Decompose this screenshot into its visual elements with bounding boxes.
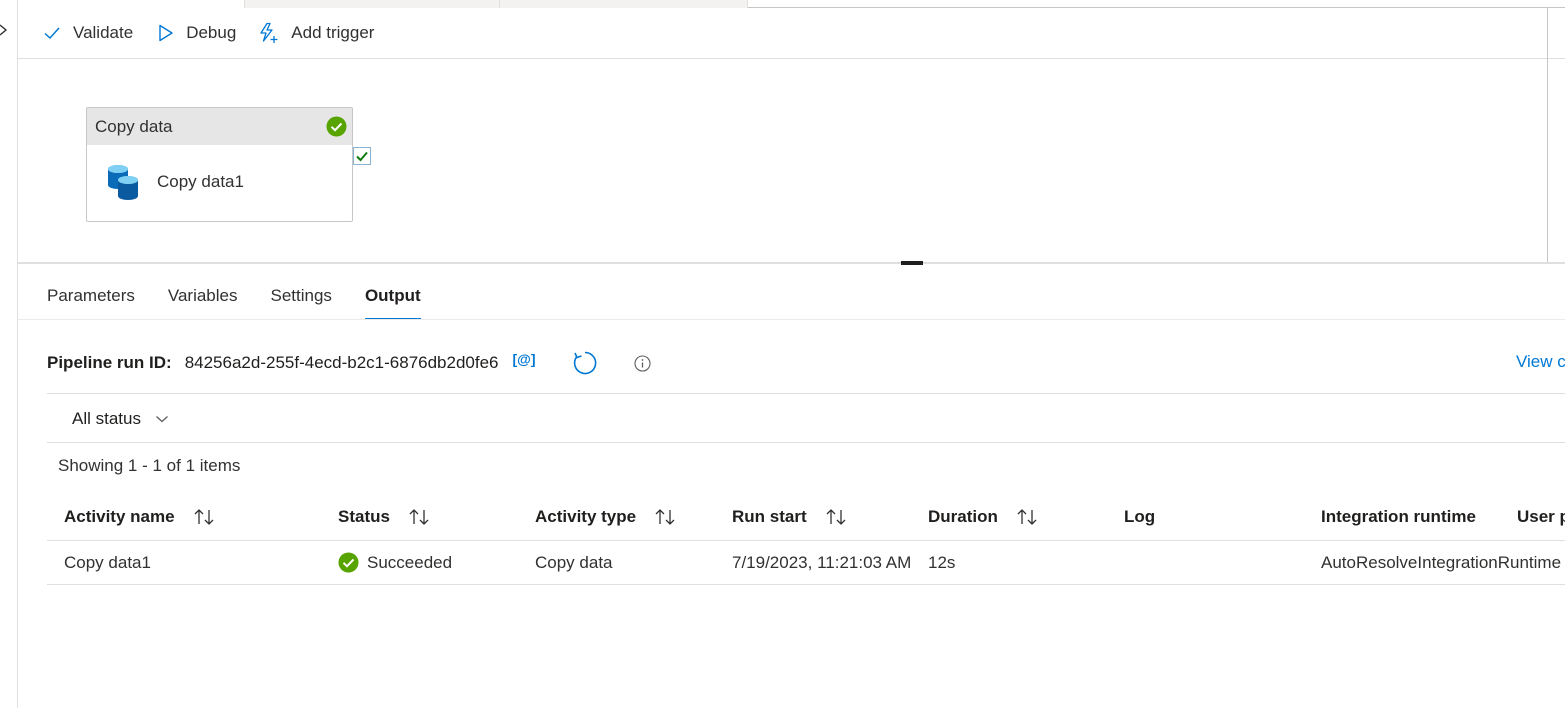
column-label: Status <box>338 507 390 526</box>
tabs-divider <box>18 319 1565 320</box>
run-id-label: Pipeline run ID: <box>47 353 172 372</box>
cell-duration: 12s <box>928 552 956 572</box>
tab-variables[interactable]: Variables <box>168 272 238 320</box>
left-collapse-strip <box>0 0 18 708</box>
activity-name: Copy data1 <box>157 172 244 191</box>
sort-icon <box>655 509 675 525</box>
pipeline-run-id-row: Pipeline run ID: 84256a2d-255f-4ecd-b2c1… <box>47 345 1565 381</box>
splitter-grip[interactable] <box>901 261 923 265</box>
column-header-activity-type[interactable]: Activity type <box>535 494 676 540</box>
validate-button[interactable]: Validate <box>42 17 133 49</box>
editor-tab[interactable] <box>244 0 500 8</box>
column-label: User p <box>1517 507 1565 526</box>
cell-activity-type: Copy data <box>535 552 613 572</box>
play-icon <box>159 24 173 42</box>
pipeline-toolbar: Validate Debug Add trigger <box>18 8 1565 59</box>
activity-card-body: Copy data1 <box>87 145 352 219</box>
divider <box>47 442 1565 443</box>
column-label: Duration <box>928 507 998 526</box>
checkmark-icon <box>44 27 60 40</box>
view-debug-run-link[interactable]: View c <box>1516 352 1565 372</box>
tab-output[interactable]: Output <box>364 272 421 320</box>
run-id-value: 84256a2d-255f-4ecd-b2c1-6876db2d0fe6 <box>184 353 499 372</box>
column-label: Activity name <box>64 507 175 526</box>
status-filter-label: All status <box>72 409 141 428</box>
chevron-down-icon <box>156 416 168 423</box>
status-filter-dropdown[interactable]: All status <box>72 404 169 434</box>
database-copy-icon <box>108 165 138 200</box>
divider <box>47 393 1565 394</box>
copy-data-activity-card[interactable]: Copy data Copy data1 <box>86 107 353 222</box>
column-header-status[interactable]: Status <box>338 494 430 540</box>
column-label: Log <box>1124 507 1156 526</box>
properties-tabs: Parameters Variables Settings Output <box>47 272 454 320</box>
cell-activity-name[interactable]: Copy data1 <box>64 541 151 584</box>
column-header-run-start[interactable]: Run start <box>732 494 847 540</box>
panel-splitter[interactable] <box>18 262 1565 264</box>
column-label: Run start <box>732 507 807 526</box>
activity-card-header: Copy data <box>87 108 352 145</box>
column-header-duration[interactable]: Duration <box>928 494 1038 540</box>
activity-type-label: Copy data <box>95 116 173 136</box>
cell-status: Succeeded <box>338 541 452 584</box>
info-icon[interactable] <box>633 354 651 372</box>
checkmark-icon <box>356 151 368 162</box>
tab-parameters[interactable]: Parameters <box>47 272 135 320</box>
success-icon <box>326 116 347 137</box>
sort-icon <box>409 509 429 525</box>
add-trigger-button[interactable]: Add trigger <box>258 17 374 49</box>
sort-icon <box>1017 509 1037 525</box>
sort-icon <box>194 509 214 525</box>
debug-button[interactable]: Debug <box>155 17 236 49</box>
activity-runs-table-header: Activity name Status Activity type Run s… <box>47 494 1565 540</box>
column-label: Integration runtime <box>1321 507 1476 526</box>
editor-tab-strip <box>18 0 1565 8</box>
refresh-icon[interactable] <box>572 350 598 376</box>
cell-integration-runtime: AutoResolveIntegrationRuntime <box>1321 552 1562 572</box>
items-count-text: Showing 1 - 1 of 1 items <box>58 456 241 475</box>
chevron-right-icon[interactable] <box>0 22 10 38</box>
column-header-log[interactable]: Log <box>1124 494 1155 540</box>
success-icon <box>338 552 359 573</box>
canvas-scrollbar-edge <box>1547 8 1548 264</box>
column-label: Activity type <box>535 507 637 526</box>
divider <box>47 584 1565 585</box>
debug-label: Debug <box>186 23 237 42</box>
column-header-integration-runtime[interactable]: Integration runtime <box>1321 494 1476 540</box>
table-row[interactable]: Copy data1 Succeeded Copy data 7/19/2023… <box>47 541 1565 584</box>
sort-icon <box>826 509 846 525</box>
editor-tab-active[interactable] <box>18 0 244 8</box>
validate-label: Validate <box>73 23 134 42</box>
copy-icon[interactable]: [@] <box>513 351 536 367</box>
cell-run-start: 7/19/2023, 11:21:03 AM <box>732 552 912 572</box>
trigger-icon <box>260 22 278 43</box>
tab-settings[interactable]: Settings <box>271 272 332 320</box>
editor-tab[interactable] <box>500 0 748 8</box>
column-header-activity-name[interactable]: Activity name <box>64 494 215 540</box>
status-text: Succeeded <box>367 552 453 572</box>
success-output-connector[interactable] <box>353 147 371 165</box>
column-header-user-properties[interactable]: User p <box>1517 494 1565 540</box>
add-trigger-label: Add trigger <box>291 23 375 42</box>
